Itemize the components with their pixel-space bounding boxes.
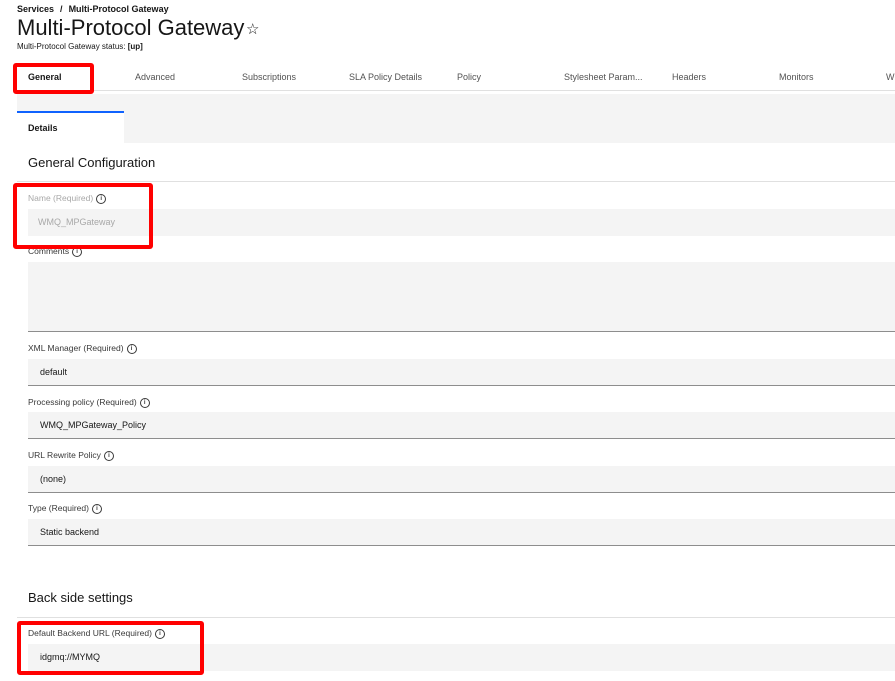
breadcrumb: Services / Multi-Protocol Gateway bbox=[17, 4, 169, 14]
url-rewrite-select[interactable]: (none) bbox=[28, 466, 895, 493]
status-badge: [up] bbox=[127, 42, 143, 51]
status-label: Multi-Protocol Gateway status: bbox=[17, 42, 126, 51]
name-field-label: Name (Required) i bbox=[28, 193, 107, 204]
url-rewrite-field-label: URL Rewrite Policy i bbox=[28, 450, 114, 461]
comments-field-label: Comments i bbox=[28, 246, 83, 257]
info-icon[interactable]: i bbox=[139, 397, 150, 408]
xml-manager-select[interactable]: default bbox=[28, 359, 895, 386]
tab-sla-policy-details[interactable]: SLA Policy Details bbox=[349, 64, 422, 90]
tab-policy[interactable]: Policy bbox=[457, 64, 481, 90]
type-select[interactable]: Static backend bbox=[28, 519, 895, 546]
name-input: WMQ_MPGateway bbox=[28, 209, 895, 236]
tab-general[interactable]: General bbox=[28, 64, 62, 90]
info-icon[interactable]: i bbox=[126, 343, 137, 354]
info-icon[interactable]: i bbox=[154, 628, 165, 639]
tab-advanced[interactable]: Advanced bbox=[135, 64, 175, 90]
breadcrumb-separator: / bbox=[60, 4, 63, 14]
tab-stylesheet-params[interactable]: Stylesheet Param... bbox=[564, 64, 643, 90]
type-field-label: Type (Required) i bbox=[28, 503, 102, 514]
backend-url-input[interactable]: idgmq://MYMQ bbox=[28, 644, 895, 671]
processing-policy-field-label: Processing policy (Required) i bbox=[28, 397, 150, 408]
info-icon[interactable]: i bbox=[72, 246, 83, 257]
processing-policy-select[interactable]: WMQ_MPGateway_Policy bbox=[28, 412, 895, 439]
backend-url-field-label: Default Backend URL (Required) i bbox=[28, 628, 165, 639]
info-icon[interactable]: i bbox=[103, 450, 114, 461]
tab-headers[interactable]: Headers bbox=[672, 64, 706, 90]
breadcrumb-current: Multi-Protocol Gateway bbox=[68, 4, 169, 14]
tab-bar: General Advanced Subscriptions SLA Polic… bbox=[17, 64, 895, 91]
page-title: Multi-Protocol Gateway bbox=[17, 15, 245, 40]
tab-w[interactable]: W bbox=[886, 64, 895, 90]
section-divider bbox=[17, 617, 895, 618]
subtab-details[interactable]: Details bbox=[17, 111, 124, 143]
info-icon[interactable]: i bbox=[91, 503, 102, 514]
status-line: Multi-Protocol Gateway status: [up] bbox=[17, 42, 143, 51]
section-title-general-configuration: General Configuration bbox=[28, 155, 156, 170]
section-title-back-side-settings: Back side settings bbox=[28, 590, 133, 605]
comments-textarea[interactable] bbox=[28, 262, 895, 332]
breadcrumb-link-services[interactable]: Services bbox=[17, 4, 54, 14]
star-icon[interactable]: ☆ bbox=[246, 20, 259, 38]
tab-monitors[interactable]: Monitors bbox=[779, 64, 814, 90]
tab-subscriptions[interactable]: Subscriptions bbox=[242, 64, 296, 90]
xml-manager-field-label: XML Manager (Required) i bbox=[28, 343, 137, 354]
section-divider bbox=[17, 181, 895, 182]
info-icon[interactable]: i bbox=[96, 193, 107, 204]
